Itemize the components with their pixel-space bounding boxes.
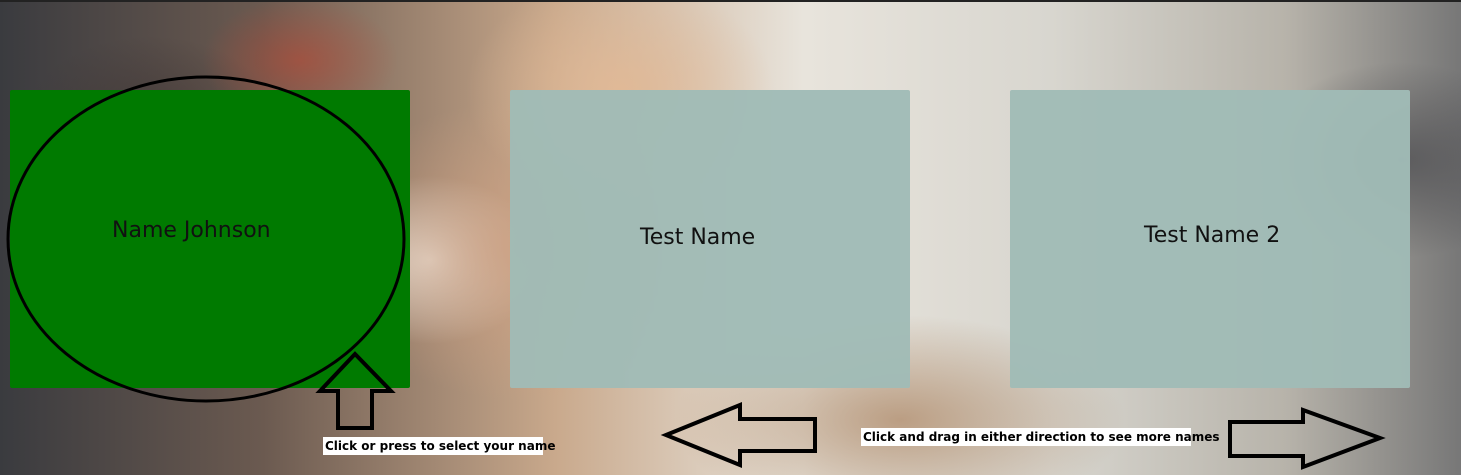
hint-select-text: Click or press to select your name [323,437,556,455]
tile-label: Name Johnson [112,218,271,243]
left-arrow-icon [660,402,817,468]
tile-label: Test Name 2 [1144,223,1281,248]
name-tile-name-johnson[interactable]: Name Johnson [10,90,410,388]
name-tile-test-name-2[interactable]: Test Name 2 [1010,90,1410,388]
name-tile-test-name[interactable]: Test Name [510,90,910,388]
top-border [0,0,1461,2]
right-arrow-icon [1228,407,1386,470]
hint-drag-text: Click and drag in either direction to se… [861,428,1220,446]
tile-label: Test Name [640,225,756,250]
